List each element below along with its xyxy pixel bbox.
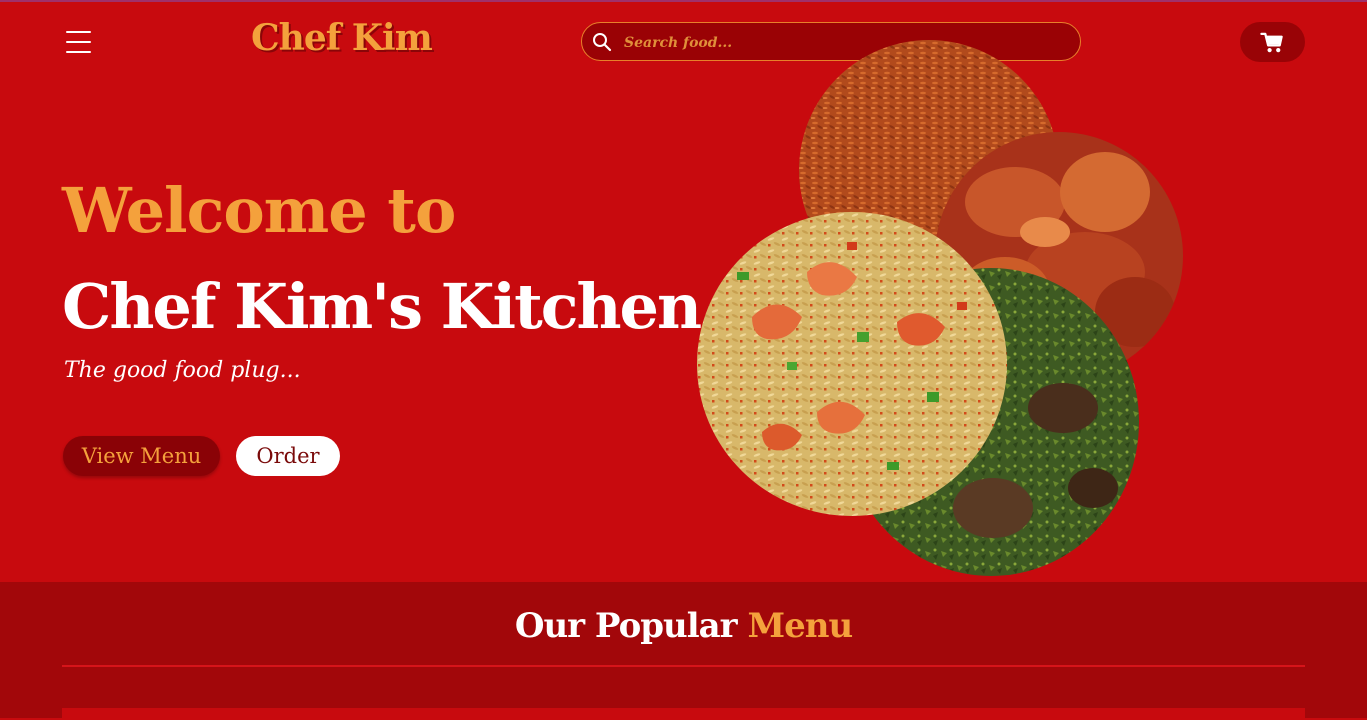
hero-subtitle: The good food plug... [64,358,301,383]
popular-heading-white: Our Popular [514,606,738,646]
section-divider [62,665,1305,667]
search-input[interactable] [622,23,1066,62]
hero-welcome-text: Welcome to [62,174,456,247]
popular-heading-accent: Menu [747,606,853,646]
top-accent-line [0,0,1367,2]
view-menu-button[interactable]: View Menu [63,436,220,476]
menu-card-top [62,708,1305,720]
order-button[interactable]: Order [236,436,340,476]
popular-menu-section: Our Popular Menu [0,582,1367,720]
popular-menu-heading: Our Popular Menu [0,606,1367,646]
logo[interactable]: Chef Kim [251,17,433,59]
hero-title: Chef Kim's Kitchen [62,270,702,343]
search-icon[interactable] [592,32,612,52]
shopping-cart-icon [1260,32,1283,53]
shrimp-fried-rice-image [697,212,1007,516]
hamburger-menu-icon[interactable] [66,31,91,53]
search-bar [581,22,1081,62]
cart-button[interactable] [1240,22,1305,62]
